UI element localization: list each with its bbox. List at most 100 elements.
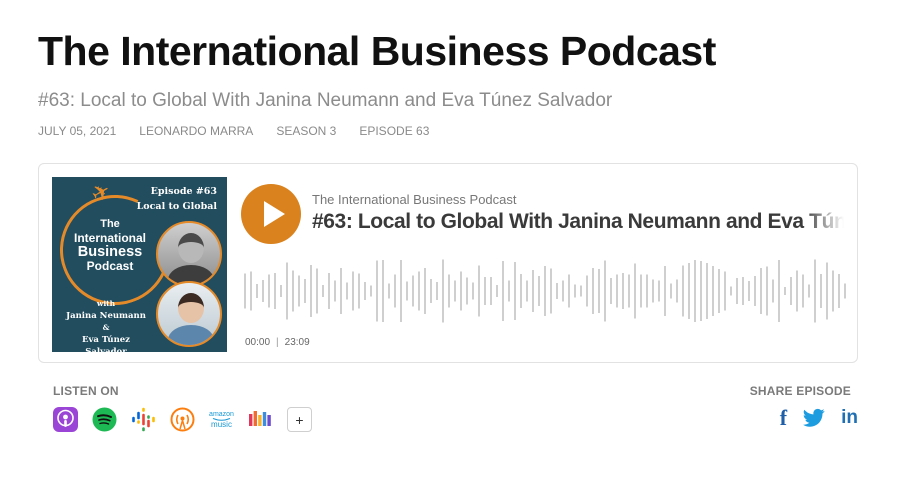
waveform-bar	[736, 278, 738, 304]
waveform-bar	[520, 274, 522, 308]
overcast-icon[interactable]	[170, 407, 195, 432]
waveform-bar	[334, 280, 336, 302]
waveform-bar	[646, 274, 648, 308]
waveform-bar	[730, 286, 732, 296]
waveform-bar	[424, 268, 426, 314]
episode-meta: JULY 05, 2021 LEONARDO MARRA SEASON 3 EP…	[38, 124, 429, 138]
waveform-bar	[526, 280, 528, 302]
waveform-bar	[712, 266, 714, 316]
waveform-bar	[742, 277, 744, 305]
guest-photo	[156, 221, 222, 287]
waveform-bar	[844, 283, 846, 299]
waveform-bar	[652, 279, 654, 303]
cover-episode-tag: Local to Global	[136, 201, 217, 212]
cover-episode-number: Episode #63	[150, 186, 217, 197]
more-platforms-button[interactable]: +	[287, 407, 312, 432]
season-label: SEASON 3	[276, 124, 337, 138]
waveform-bar	[670, 283, 672, 299]
waveform-bar	[406, 281, 408, 301]
waveform-bar	[430, 279, 432, 303]
waveform-bar	[400, 260, 402, 322]
waveform-bar	[436, 282, 438, 300]
waveform-bar	[820, 274, 822, 308]
waveform-bar	[832, 270, 834, 312]
waveform-bar	[310, 265, 312, 317]
author-name[interactable]: LEONARDO MARRA	[139, 124, 253, 138]
cover-brand-text: The International Business Podcast	[64, 217, 156, 273]
spotify-icon[interactable]	[92, 407, 117, 432]
share-buttons: f in	[780, 405, 858, 431]
waveform-bar	[718, 269, 720, 313]
waveform-bar	[478, 265, 480, 317]
time-separator: |	[276, 337, 279, 348]
publish-date: JULY 05, 2021	[38, 124, 117, 138]
waveform-bar	[778, 260, 780, 322]
cover-brand-line: The	[100, 218, 120, 230]
waveform-bar	[346, 282, 348, 300]
google-podcasts-icon[interactable]	[131, 407, 156, 432]
waveform-bar	[466, 277, 468, 305]
amazon-music-text: amazon	[209, 411, 234, 418]
episode-label: EPISODE 63	[359, 124, 430, 138]
waveform-bar	[838, 274, 840, 308]
cover-brand-line: International	[73, 231, 146, 245]
waveform-bar	[640, 274, 642, 308]
waveform-bar	[490, 277, 492, 305]
waveform-bar	[304, 279, 306, 303]
waveform-bar	[700, 261, 702, 321]
waveform-bar	[358, 273, 360, 309]
waveform-bar	[610, 278, 612, 304]
waveform-bar	[766, 266, 768, 316]
twitter-icon[interactable]	[803, 408, 825, 428]
waveform-bar	[724, 271, 726, 311]
cover-with-label: with	[96, 299, 116, 308]
waveform-bar	[544, 266, 546, 316]
amazon-music-text: music	[211, 420, 232, 429]
waveform-bar	[316, 268, 318, 314]
waveform-bar	[262, 280, 264, 302]
waveform-bar	[538, 276, 540, 306]
apple-podcasts-icon[interactable]	[53, 407, 78, 432]
waveform-bar	[292, 270, 294, 312]
episode-subtitle: #63: Local to Global With Janina Neumann…	[38, 90, 613, 111]
waveform-bar	[808, 284, 810, 298]
waveform-bar	[676, 279, 678, 303]
waveform-bar	[496, 285, 498, 297]
waveform-bar	[286, 262, 288, 320]
facebook-icon[interactable]: f	[780, 405, 787, 431]
amazon-music-icon[interactable]: amazon music	[209, 407, 234, 432]
waveform-bar	[514, 262, 516, 320]
waveform-bar	[574, 284, 576, 298]
episode-cover-art: ✈ Episode #63 Local to Global The Intern…	[52, 177, 227, 352]
duration: 23:09	[284, 337, 310, 348]
audio-waveform[interactable]	[244, 252, 849, 330]
waveform-bar	[754, 276, 756, 306]
waveform-bar	[628, 274, 630, 308]
waveform-bar	[826, 262, 828, 320]
cover-brand-line: Podcast	[86, 259, 134, 273]
waveform-bar	[364, 282, 366, 300]
guest-photo	[156, 281, 222, 347]
waveform-bar	[280, 285, 282, 297]
waveform-bar	[562, 280, 564, 302]
waveform-bar	[394, 274, 396, 308]
podchaser-icon[interactable]	[248, 407, 273, 432]
waveform-bar	[298, 275, 300, 307]
cover-guests-text: with Janina Neumann & Eva Túnez Salvador	[60, 298, 152, 352]
waveform-bar	[604, 260, 606, 322]
waveform-bar	[568, 274, 570, 308]
play-button[interactable]	[241, 184, 301, 244]
waveform-bar	[616, 274, 618, 308]
waveform-bar	[274, 273, 276, 309]
waveform-bar	[460, 271, 462, 311]
waveform-bar	[382, 260, 384, 322]
linkedin-icon[interactable]: in	[841, 407, 858, 429]
waveform-bar	[622, 273, 624, 309]
cover-brand-line: Business	[77, 244, 143, 260]
waveform-bar	[340, 268, 342, 314]
podcast-title: The International Business Podcast	[38, 28, 716, 74]
waveform-bar	[268, 274, 270, 308]
waveform-bar	[442, 259, 444, 323]
listen-platforms: amazon music +	[53, 407, 312, 432]
waveform-bar	[688, 263, 690, 319]
